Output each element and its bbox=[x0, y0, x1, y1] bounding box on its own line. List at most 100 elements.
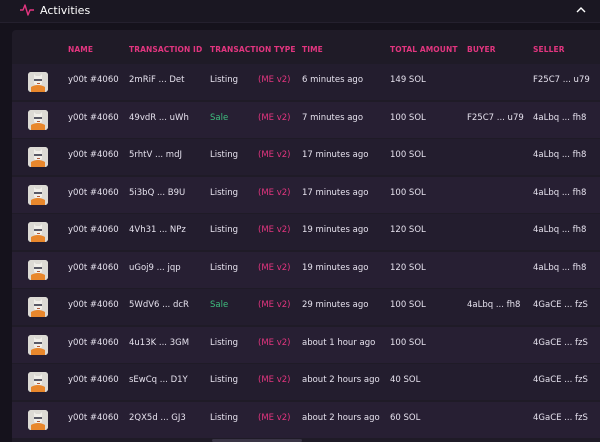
table-header: NAME TRANSACTION ID TRANSACTION TYPE TIM… bbox=[12, 30, 600, 64]
y00t-avatar-icon bbox=[28, 184, 48, 205]
nft-avatar bbox=[28, 109, 48, 130]
total-amount: 120 SOL bbox=[390, 262, 426, 273]
transaction-id[interactable]: 5i3bQ ... B9U bbox=[129, 188, 185, 198]
y00t-avatar-icon bbox=[28, 372, 48, 392]
transaction-id[interactable]: 5WdV6 ... dcR bbox=[129, 300, 189, 310]
transaction-time: 19 minutes ago bbox=[302, 225, 369, 235]
seller-address[interactable]: 4GaCE ... fzS bbox=[533, 338, 588, 348]
seller-address[interactable]: 4aLbq ... fh8 bbox=[533, 188, 586, 198]
transaction-time: 19 minutes ago bbox=[302, 262, 369, 273]
nft-avatar bbox=[28, 409, 48, 430]
transaction-type: Listing bbox=[210, 337, 239, 348]
seller-address[interactable]: 4aLbq ... fh8 bbox=[533, 225, 586, 235]
nft-name[interactable]: y00t #4060 bbox=[68, 413, 119, 423]
seller-address[interactable]: F25C7 ... u79 bbox=[533, 75, 590, 85]
marketplace-label: (ME v2) bbox=[258, 225, 291, 235]
nft-avatar bbox=[28, 184, 48, 205]
table-row[interactable]: y00t #4060 2QX5d ... GJ3 Listing (ME v2)… bbox=[12, 401, 600, 438]
chevron-up-icon[interactable] bbox=[576, 5, 586, 15]
column-header-time: TIME bbox=[302, 45, 323, 54]
nft-name[interactable]: y00t #4060 bbox=[68, 338, 119, 348]
total-amount: 100 SOL bbox=[390, 187, 426, 198]
nft-name[interactable]: y00t #4060 bbox=[68, 188, 119, 198]
transaction-time: 29 minutes ago bbox=[302, 300, 369, 310]
transaction-type: Listing bbox=[210, 187, 239, 198]
nft-name[interactable]: y00t #4060 bbox=[68, 75, 119, 85]
nft-avatar bbox=[28, 147, 48, 167]
seller-address[interactable]: 4aLbq ... fh8 bbox=[533, 263, 586, 273]
marketplace-label: (ME v2) bbox=[258, 150, 291, 160]
y00t-avatar-icon bbox=[28, 147, 48, 167]
seller-address[interactable]: 4GaCE ... fzS bbox=[533, 375, 588, 385]
column-header-name: NAME bbox=[68, 45, 94, 54]
marketplace-label: (ME v2) bbox=[258, 112, 291, 123]
nft-name[interactable]: y00t #4060 bbox=[68, 263, 119, 273]
activities-header[interactable]: Activities bbox=[0, 0, 600, 23]
transaction-id[interactable]: 2QX5d ... GJ3 bbox=[129, 413, 186, 423]
nft-avatar bbox=[28, 334, 48, 355]
table-row[interactable]: y00t #4060 5WdV6 ... dcR Sale (ME v2) 29… bbox=[12, 289, 600, 325]
nft-name[interactable]: y00t #4060 bbox=[68, 113, 119, 123]
table-row[interactable]: y00t #4060 4Vh31 ... NPz Listing (ME v2)… bbox=[12, 214, 600, 250]
nft-name[interactable]: y00t #4060 bbox=[68, 150, 119, 160]
transaction-time: about 2 hours ago bbox=[302, 412, 380, 423]
transaction-type: Listing bbox=[210, 225, 239, 235]
transaction-id[interactable]: uGoj9 ... jqp bbox=[129, 263, 181, 273]
total-amount: 100 SOL bbox=[390, 300, 426, 310]
marketplace-label: (ME v2) bbox=[258, 337, 291, 348]
seller-address[interactable]: 4aLbq ... fh8 bbox=[533, 113, 586, 123]
marketplace-label: (ME v2) bbox=[258, 75, 291, 85]
nft-name[interactable]: y00t #4060 bbox=[68, 375, 119, 385]
buyer-address[interactable]: F25C7 ... u79 bbox=[467, 113, 524, 123]
buyer-address[interactable]: 4aLbq ... fh8 bbox=[467, 300, 520, 310]
total-amount: 60 SOL bbox=[390, 412, 421, 423]
table-row[interactable]: y00t #4060 2mRiF ... Det Listing (ME v2)… bbox=[12, 64, 600, 100]
table-row[interactable]: y00t #4060 uGoj9 ... jqp Listing (ME v2)… bbox=[12, 251, 600, 288]
transaction-id[interactable]: 5rhtV ... mdJ bbox=[129, 150, 182, 160]
table-row[interactable]: y00t #4060 sEwCq ... D1Y Listing (ME v2)… bbox=[12, 364, 600, 400]
transaction-time: 17 minutes ago bbox=[302, 150, 369, 160]
transaction-time: 6 minutes ago bbox=[302, 75, 364, 85]
y00t-avatar-icon bbox=[28, 109, 48, 130]
transaction-id[interactable]: 4u13K ... 3GM bbox=[129, 338, 189, 348]
nft-avatar bbox=[28, 372, 48, 392]
column-header-transaction-type: TRANSACTION TYPE bbox=[210, 45, 296, 54]
total-amount: 100 SOL bbox=[390, 337, 426, 348]
table-row[interactable]: y00t #4060 49vdR ... uWh Sale (ME v2) 7 … bbox=[12, 101, 600, 138]
y00t-avatar-icon bbox=[28, 409, 48, 430]
transaction-type: Listing bbox=[210, 150, 239, 160]
nft-name[interactable]: y00t #4060 bbox=[68, 225, 119, 235]
total-amount: 40 SOL bbox=[390, 375, 421, 385]
marketplace-label: (ME v2) bbox=[258, 262, 291, 273]
nft-avatar bbox=[28, 222, 48, 242]
seller-address[interactable]: 4GaCE ... fzS bbox=[533, 413, 588, 423]
transaction-time: 7 minutes ago bbox=[302, 112, 364, 123]
transaction-type: Listing bbox=[210, 412, 239, 423]
nft-avatar bbox=[28, 297, 48, 317]
nft-avatar bbox=[28, 72, 48, 92]
column-header-buyer: BUYER bbox=[467, 45, 496, 54]
total-amount: 100 SOL bbox=[390, 150, 426, 160]
marketplace-label: (ME v2) bbox=[258, 375, 291, 385]
activities-table: NAME TRANSACTION ID TRANSACTION TYPE TIM… bbox=[12, 30, 600, 442]
table-row[interactable]: y00t #4060 5i3bQ ... B9U Listing (ME v2)… bbox=[12, 176, 600, 213]
transaction-id[interactable]: 49vdR ... uWh bbox=[129, 113, 189, 123]
table-row[interactable]: y00t #4060 5rhtV ... mdJ Listing (ME v2)… bbox=[12, 139, 600, 175]
nft-avatar bbox=[28, 259, 48, 280]
transaction-id[interactable]: 4Vh31 ... NPz bbox=[129, 225, 186, 235]
seller-address[interactable]: 4GaCE ... fzS bbox=[533, 300, 588, 310]
transaction-id[interactable]: 2mRiF ... Det bbox=[129, 75, 184, 85]
section-title: Activities bbox=[40, 4, 91, 17]
table-row[interactable]: y00t #4060 4u13K ... 3GM Listing (ME v2)… bbox=[12, 326, 600, 363]
transaction-time: about 2 hours ago bbox=[302, 375, 380, 385]
total-amount: 149 SOL bbox=[390, 75, 426, 85]
marketplace-label: (ME v2) bbox=[258, 412, 291, 423]
total-amount: 120 SOL bbox=[390, 225, 426, 235]
transaction-time: 17 minutes ago bbox=[302, 187, 369, 198]
transaction-id[interactable]: sEwCq ... D1Y bbox=[129, 375, 188, 385]
transaction-type: Listing bbox=[210, 75, 239, 85]
nft-name[interactable]: y00t #4060 bbox=[68, 300, 119, 310]
seller-address[interactable]: 4aLbq ... fh8 bbox=[533, 150, 586, 160]
y00t-avatar-icon bbox=[28, 334, 48, 355]
transaction-type: Listing bbox=[210, 375, 239, 385]
